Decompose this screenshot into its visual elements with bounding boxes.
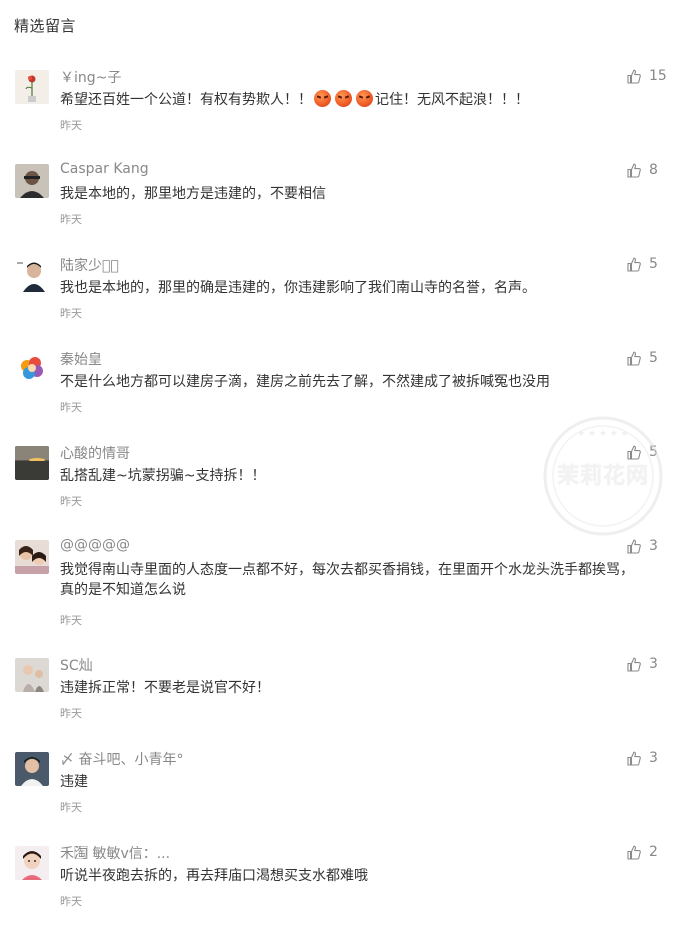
svg-text:★ ★ ★ ★ ★: ★ ★ ★ ★ ★ [577,429,629,439]
like-button[interactable]: 5 [627,350,687,370]
comment-time: 昨天 [60,401,82,414]
comment-content: 违建拆正常！不要老是说官不好！ [60,680,270,696]
avatar[interactable] [15,752,49,786]
comment-time: 昨天 [60,495,82,508]
thumbs-up-icon [627,845,641,860]
comment-text: 记住！无风不起浪！！！ [375,92,529,108]
comment-time: 昨天 [60,119,82,132]
comment-content: 听说半夜跑去拆的，再去拜庙口渴想买支水都难哦 [60,868,368,884]
comment-item: @@@@@ 3 我觉得南山寺里面的人态度一点都不好，每次去都买香捐钱，在里面开个… [0,537,687,658]
thumbs-up-icon [627,163,641,178]
comment-text: 希望还百姓一个公道！有权有势欺人！！ [60,92,312,108]
thumbs-up-icon [627,351,641,366]
like-count: 3 [649,656,658,672]
comment-content: 希望还百姓一个公道！有权有势欺人！！ 记住！无风不起浪！！！ [60,90,645,110]
comment-item: Caspar Kang 8 我是本地的，那里地方是违建的，不要相信 昨天 [0,161,687,258]
comment-time: 昨天 [60,307,82,320]
thumbs-up-icon [627,69,641,84]
watermark-text: 茉莉花网 [556,464,649,489]
comment-nickname[interactable]: 秦始皇 [60,349,102,369]
avatar[interactable] [15,258,49,292]
comment-content: 我也是本地的，那里的确是违建的，你违建影响了我们南山寺的名誉，名声。 [60,280,536,296]
like-button[interactable]: 5 [627,256,687,276]
thumbs-up-icon [627,751,641,766]
comment-content: 我觉得南山寺里面的人态度一点都不好，每次去都买香捐钱，在里面开个水龙头洗手都挨骂… [60,562,634,598]
like-count: 5 [649,256,658,272]
like-button[interactable]: 15 [627,68,687,88]
comment-nickname[interactable]: 〆 奋斗吧、小青年° [60,749,183,769]
comment-content: 不是什么地方都可以建房子滴，建房之前先去了解，不然建成了被拆喊冤也没用 [60,374,550,390]
comment-item: 禾淘⃞ 敏敏v信：... 2 听说半夜跑去拆的，再去拜庙口渴想买支水都难哦 昨天 [0,843,687,940]
like-count: 2 [649,844,658,860]
like-button[interactable]: 8 [627,162,687,182]
thumbs-up-icon [627,539,641,554]
comment-nickname[interactable]: 心酸的情哥 [60,443,130,463]
comment-item: 陆家少爷⃠ 5 我也是本地的，那里的确是违建的，你违建影响了我们南山寺的名誉，名… [0,255,687,352]
avatar[interactable] [15,846,49,880]
comment-time: 昨天 [60,614,82,627]
like-button[interactable]: 3 [627,538,687,558]
comment-item: SC灿 3 违建拆正常！不要老是说官不好！ 昨天 [0,655,687,752]
thumbs-up-icon [627,257,641,272]
comment-nickname[interactable]: 陆家少爷⃠ [60,255,119,275]
comment-nickname[interactable]: Caspar Kang [60,161,149,177]
comment-time: 昨天 [60,213,82,226]
comment-nickname[interactable]: 禾淘⃞ 敏敏v信：... [60,843,170,863]
like-count: 15 [649,68,667,84]
like-count: 3 [649,538,658,554]
avatar[interactable] [15,446,49,480]
avatar[interactable] [15,540,49,574]
avatar[interactable] [15,352,49,386]
comment-nickname[interactable]: SC灿 [60,655,93,675]
like-button[interactable]: 2 [627,844,687,864]
angry-emoji-icon [314,90,331,107]
comment-time: 昨天 [60,801,82,814]
like-button[interactable]: 3 [627,656,687,676]
comment-item: 〆 奋斗吧、小青年° 3 违建 昨天 [0,749,687,846]
like-count: 5 [649,350,658,366]
comment-time: 昨天 [60,895,82,908]
like-count: 8 [649,162,658,178]
section-title: 精选留言 [14,17,77,35]
watermark-seal: ★ ★ ★ ★ ★ 茉莉花网 [541,414,665,538]
avatar[interactable] [15,70,49,104]
angry-emoji-icon [335,90,352,107]
comment-nickname[interactable]: @@@@@ [60,537,130,553]
comment-content: 违建 [60,774,88,790]
comment-nickname[interactable]: ￥ing~子 [60,67,121,87]
comment-content: 我是本地的，那里地方是违建的，不要相信 [60,186,326,202]
avatar[interactable] [15,164,49,198]
like-button[interactable]: 3 [627,750,687,770]
avatar[interactable] [15,658,49,692]
comment-time: 昨天 [60,707,82,720]
angry-emoji-icon [356,90,373,107]
thumbs-up-icon [627,657,641,672]
like-count: 3 [649,750,658,766]
comment-item: ￥ing~子 15 希望还百姓一个公道！有权有势欺人！！ 记住！无风不起浪！！！ … [0,67,687,164]
